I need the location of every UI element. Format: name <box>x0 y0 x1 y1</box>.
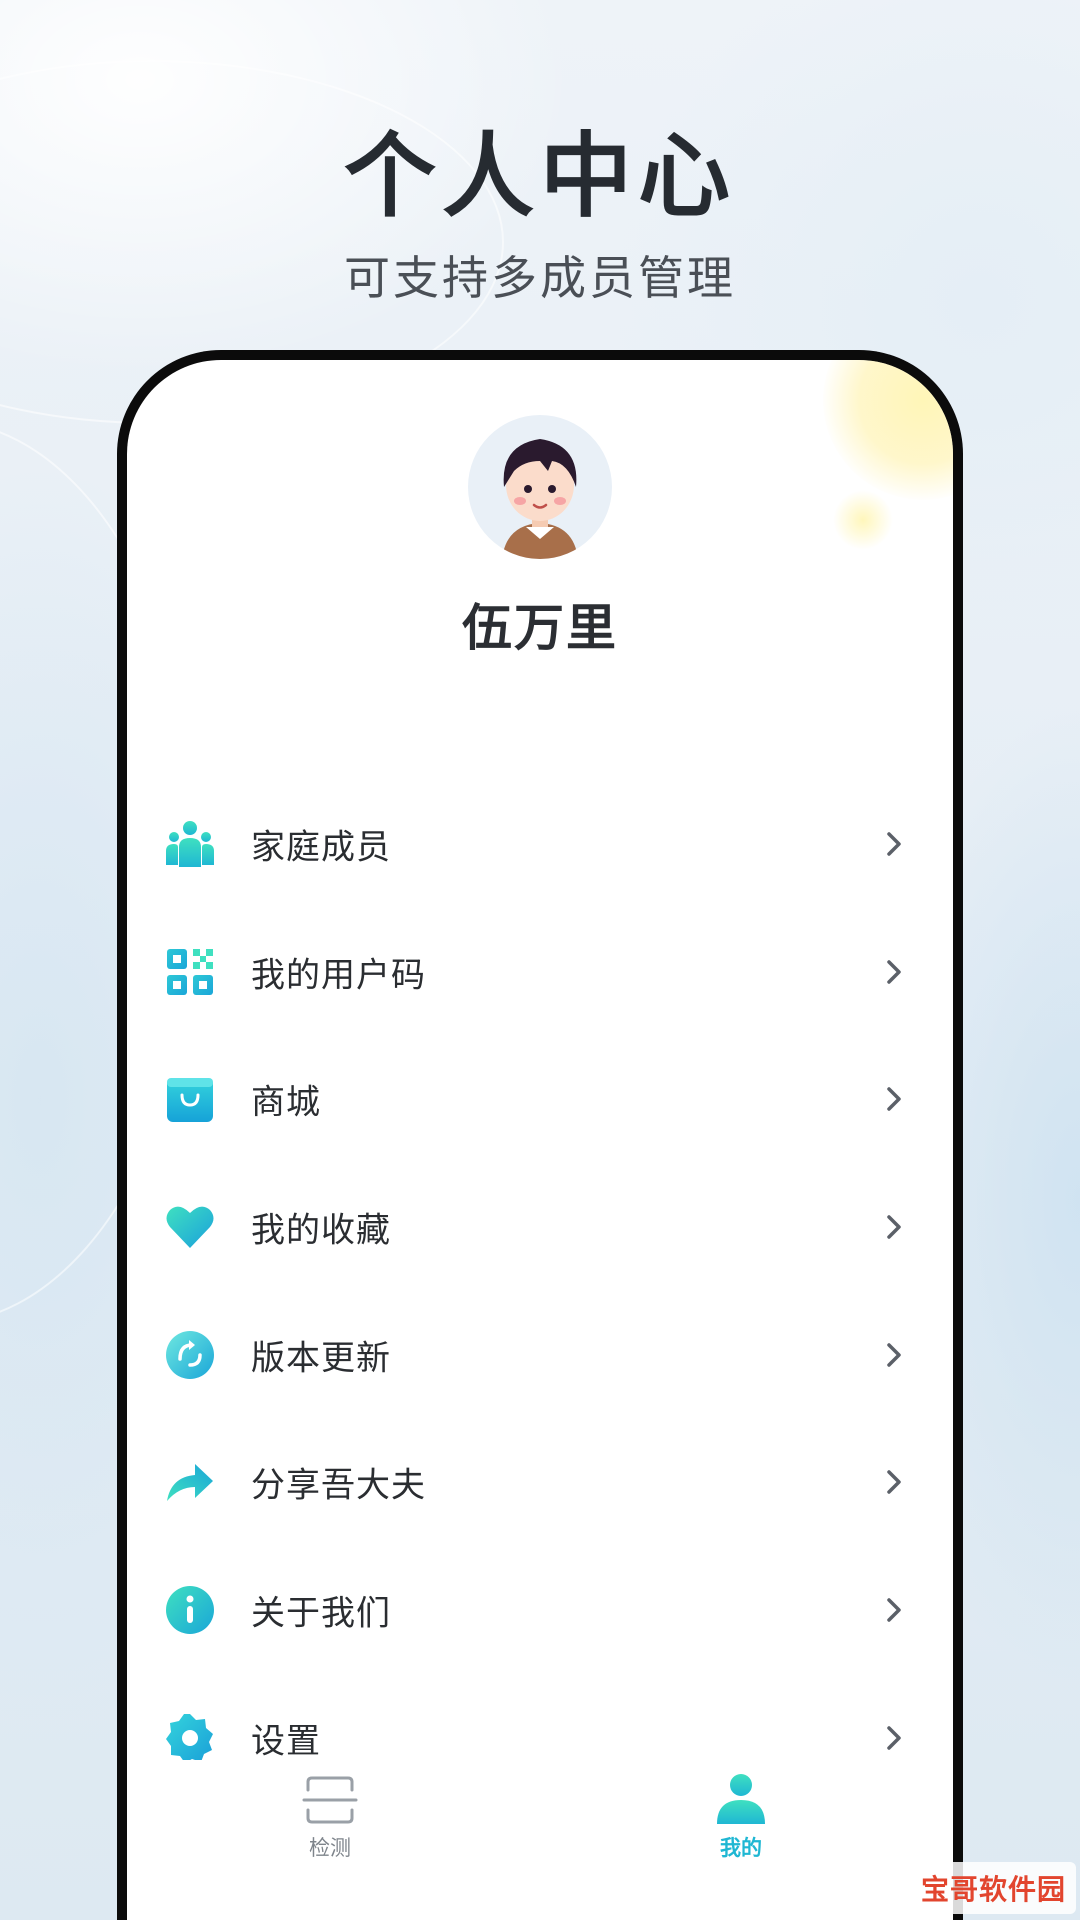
menu-item-store[interactable]: 商城 <box>127 1035 953 1163</box>
chevron-right-icon <box>887 1470 901 1495</box>
sun-decoration-small <box>833 490 893 550</box>
chevron-right-icon <box>887 1725 901 1750</box>
menu-item-label: 我的收藏 <box>251 1210 391 1251</box>
watermark: 宝哥软件园 <box>910 1862 1076 1914</box>
promo-title: 个人中心 <box>343 123 736 230</box>
scan-icon <box>302 1776 358 1824</box>
tab-label: 检测 <box>309 1836 351 1860</box>
user-icon <box>717 1774 765 1824</box>
tab-detect[interactable]: 检测 <box>250 1760 410 1880</box>
tab-label: 我的 <box>720 1836 762 1860</box>
promo-screen: 个人中心 可支持多成员管理 伍万里 家庭成员 我的用户码 商城 我的收藏 版本更… <box>0 0 1080 1920</box>
share-arrow-icon <box>167 1464 213 1502</box>
user-name[interactable]: 伍万里 <box>127 588 953 660</box>
family-members-icon <box>166 820 214 867</box>
refresh-icon <box>166 1330 214 1379</box>
menu-list: 家庭成员 我的用户码 商城 我的收藏 版本更新 分享吾大夫 关于我们 设置 <box>127 780 953 1802</box>
menu-item-label: 我的用户码 <box>251 955 426 996</box>
shopping-bag-icon <box>167 1078 213 1123</box>
heart-icon <box>166 1206 214 1248</box>
menu-item-about-us[interactable]: 关于我们 <box>127 1546 953 1674</box>
menu-item-label: 分享吾大夫 <box>251 1465 426 1506</box>
promo-subtitle: 可支持多成员管理 <box>344 251 736 305</box>
menu-item-share[interactable]: 分享吾大夫 <box>127 1418 953 1546</box>
menu-item-label: 设置 <box>251 1721 321 1762</box>
bottom-tab-bar: 检测 我的 <box>127 1760 953 1880</box>
chevron-right-icon <box>887 1342 901 1367</box>
boy-avatar-icon <box>502 439 578 559</box>
phone-frame: 伍万里 家庭成员 我的用户码 商城 我的收藏 版本更新 分享吾大夫 关于我们 设… <box>117 350 963 1920</box>
tab-mine[interactable]: 我的 <box>661 1760 821 1880</box>
qr-code-icon <box>167 948 213 995</box>
menu-item-version-update[interactable]: 版本更新 <box>127 1291 953 1419</box>
menu-item-label: 版本更新 <box>251 1338 391 1379</box>
chevron-right-icon <box>887 959 901 984</box>
menu-item-label: 关于我们 <box>251 1593 391 1634</box>
gear-icon <box>166 1713 213 1763</box>
menu-item-label: 家庭成员 <box>251 827 391 868</box>
chevron-right-icon <box>887 1598 901 1622</box>
chevron-right-icon <box>887 1087 901 1111</box>
menu-item-user-code[interactable]: 我的用户码 <box>127 908 953 1036</box>
info-icon <box>166 1585 214 1634</box>
chevron-right-icon <box>887 832 901 856</box>
avatar[interactable] <box>468 415 612 559</box>
menu-item-label: 商城 <box>251 1082 321 1123</box>
menu-item-favorites[interactable]: 我的收藏 <box>127 1163 953 1291</box>
menu-item-family-members[interactable]: 家庭成员 <box>127 780 953 908</box>
sun-decoration <box>823 360 953 500</box>
chevron-right-icon <box>887 1215 901 1239</box>
